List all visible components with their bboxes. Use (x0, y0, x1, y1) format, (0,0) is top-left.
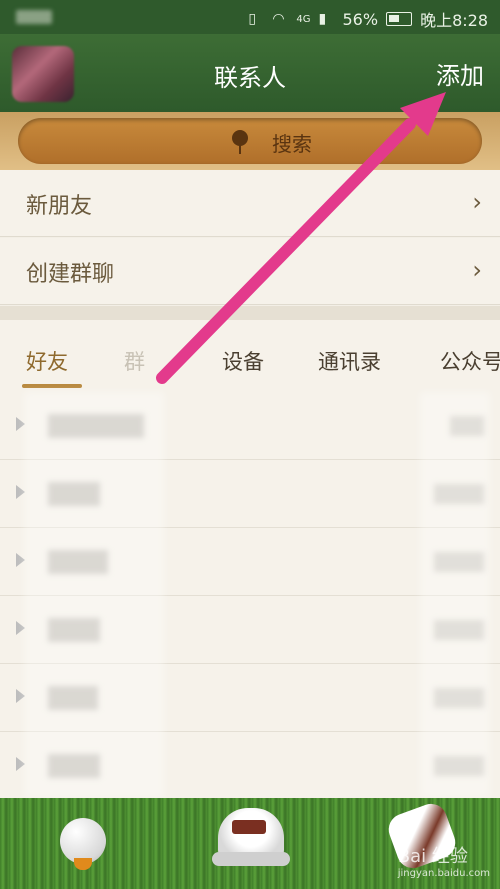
tab-official-accounts[interactable]: 公众号 (440, 346, 500, 376)
carrier-label-blurred (16, 10, 52, 24)
section-divider (0, 306, 500, 320)
cap-logo-icon (232, 820, 266, 834)
watermark: Bai 经验 jingyan.baidu.com (398, 842, 490, 879)
cap-brim-icon (212, 852, 290, 866)
search-placeholder: 搜索 (272, 132, 312, 156)
menu-item-create-group[interactable]: 创建群聊 › (0, 238, 500, 305)
status-icons: ▯ ◠ 4G ▮ 56% 晚上8:28 (248, 7, 488, 31)
tab-address-book[interactable]: 通讯录 (318, 346, 381, 376)
battery-percent: 56% (342, 9, 379, 29)
battery-icon (386, 12, 413, 26)
menu-item-new-friends[interactable]: 新朋友 › (0, 170, 500, 237)
tab-groups[interactable]: 群 (124, 346, 145, 376)
privacy-blur-left (24, 392, 164, 798)
status-time: 晚上8:28 (420, 11, 488, 30)
add-button[interactable]: 添加 (436, 56, 484, 91)
privacy-blur-right (420, 392, 490, 798)
vibrate-icon: ▯ (248, 11, 257, 27)
signal-label: 4G (296, 13, 311, 25)
wifi-icon: ◠ (272, 11, 285, 27)
page-title: 联系人 (214, 64, 286, 92)
watermark-text: Bai 经验 (397, 846, 468, 867)
menu-item-label: 创建群聊 (26, 262, 115, 287)
chevron-right-icon: › (472, 188, 482, 216)
contact-tabs: 好友 群 设备 通讯录 公众号 (0, 320, 500, 393)
status-bar: ▯ ◠ 4G ▮ 56% 晚上8:28 (0, 0, 500, 34)
search-bar-area: 搜索 (0, 112, 500, 170)
app-header: 联系人 添加 (0, 34, 500, 112)
tab-devices[interactable]: 设备 (222, 346, 264, 376)
search-pin-icon (232, 130, 248, 154)
search-input[interactable]: 搜索 (18, 118, 482, 164)
menu-item-label: 新朋友 (26, 194, 93, 219)
watermark-subtext: jingyan.baidu.com (397, 868, 490, 879)
tab-friends[interactable]: 好友 (26, 346, 68, 376)
tab-active-indicator (22, 384, 82, 388)
chevron-right-icon: › (472, 256, 482, 284)
signal-icon: ▮ (318, 11, 327, 27)
